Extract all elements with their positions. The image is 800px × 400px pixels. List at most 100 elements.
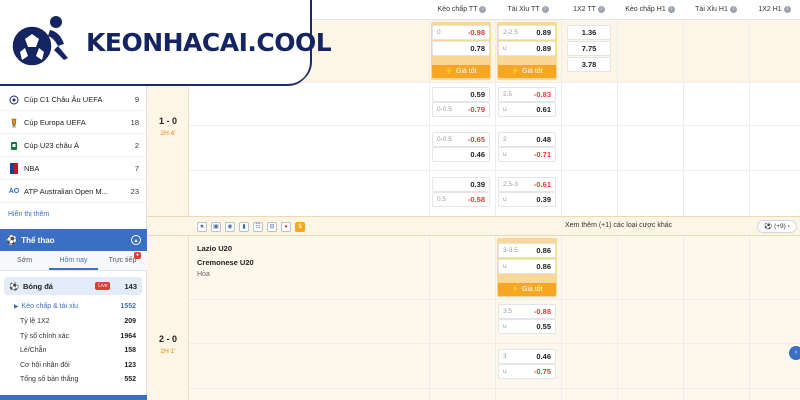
time-tabs: Sớm Hôm nay Trực tiếp ●	[0, 251, 147, 271]
market-count: 158	[124, 346, 136, 354]
sports-section-header[interactable]: ⚽ Thể thao ▴	[0, 229, 147, 251]
football-player-logo-icon	[11, 16, 68, 67]
odds-cell[interactable]: 0-0.5 -0.79	[432, 102, 490, 117]
odds-cell[interactable]: 0-0.5 -0.65	[432, 132, 490, 147]
league-count: 23	[130, 187, 139, 196]
live-indicator-icon: ●	[133, 252, 141, 259]
market-item-total-goals[interactable]: Tổng số bàn thắng 552	[0, 372, 147, 386]
brand-name: KEONHACAI.COOL	[86, 28, 332, 57]
odds-cell[interactable]: u 0.61	[498, 102, 556, 117]
market-item-double-chance[interactable]: Cơ hội nhân đôi 123	[0, 358, 147, 372]
tab-today[interactable]: Hôm nay	[49, 251, 98, 270]
league-count: 7	[134, 164, 139, 173]
market-count: 209	[124, 317, 136, 325]
best-price-button[interactable]: ⚡ Giá tốt	[498, 283, 556, 296]
draw-label: Hòa	[197, 271, 210, 278]
odds-cell[interactable]: 0 -0.98	[432, 25, 490, 40]
league-name: NBA	[24, 164, 40, 173]
odds-cell[interactable]: u -0.75	[498, 364, 556, 379]
odds-cell[interactable]: 0.46	[432, 147, 490, 162]
best-price-button[interactable]: ⚡ Giá tốt	[432, 65, 490, 78]
column-header-handicap-h1: Kèo chấp H1 i	[617, 0, 683, 20]
odds-cell[interactable]: 2 0.48	[498, 132, 556, 147]
league-name: ATP Australian Open M...	[24, 187, 108, 196]
market-name: Kèo chấp & tài xỉu	[21, 302, 79, 310]
tab-live[interactable]: Trực tiếp ●	[98, 251, 147, 270]
stats-icon[interactable]: ▮	[239, 222, 249, 232]
odds-cell[interactable]: 3-3.5 0.86	[498, 243, 556, 258]
odds-cell[interactable]: u -0.71	[498, 147, 556, 162]
odds-cell[interactable]: 2.5-3 -0.61	[498, 177, 556, 192]
league-item-afc-u23[interactable]: Cúp U23 châu Á 2	[0, 135, 147, 157]
market-count: 1552	[120, 302, 136, 310]
lineup-icon[interactable]: ⊟	[267, 222, 277, 232]
more-markets-button[interactable]: ⚽ (+9) ›	[757, 220, 797, 233]
sport-name: Bóng đá	[22, 281, 53, 291]
odds-cell[interactable]: 0.78	[432, 41, 490, 56]
sport-item-football[interactable]: ⚽ Bóng đá Live 143	[4, 277, 142, 295]
odds-cell[interactable]: u 0.86	[498, 259, 556, 274]
chevron-right-icon: ▶	[14, 303, 19, 310]
sports-section-title: Thể thao	[21, 235, 55, 245]
column-header-1x2-ft: 1X2 TT i	[561, 0, 617, 20]
sidebar-next-section[interactable]	[0, 395, 147, 400]
info-icon: i	[729, 5, 737, 13]
odds-cell-1x2[interactable]: 1.36	[567, 25, 611, 40]
home-team-name[interactable]: Lazio U20	[197, 244, 232, 253]
odds-cell[interactable]: 3.5 -0.88	[498, 304, 556, 319]
odds-cell[interactable]: u 0.39	[498, 192, 556, 207]
info-icon: i	[783, 5, 791, 13]
league-count: 2	[134, 141, 139, 150]
market-name: Tổng số bàn thắng	[20, 375, 79, 383]
favorite-star-icon[interactable]: ★	[197, 222, 207, 232]
live-view-icon[interactable]: ◉	[225, 222, 235, 232]
odds-cell[interactable]: u 0.89	[498, 41, 556, 56]
site-logo[interactable]: KEONHACAI.COOL	[0, 0, 332, 84]
odds-cell-1x2[interactable]: 7.75	[567, 41, 611, 56]
odds-cell[interactable]: 0.5 -0.58	[432, 192, 490, 207]
odds-cell[interactable]: 2-2.5 0.89	[498, 25, 556, 40]
league-item-ucl[interactable]: Cúp C1 Châu Âu UEFA 9	[0, 89, 147, 111]
odds-cell[interactable]: 3 0.46	[498, 349, 556, 364]
match2-score-column	[147, 236, 189, 400]
market-count: 1964	[120, 332, 136, 340]
league-item-atp[interactable]: AO ATP Australian Open M... 23	[0, 181, 147, 203]
column-header-1x2-h1: 1X2 H1 i	[749, 0, 800, 20]
market-item-handicap-ou[interactable]: ▶ Kèo chấp & tài xỉu 1552	[0, 299, 147, 313]
league-name: Cúp C1 Châu Âu UEFA	[24, 95, 103, 104]
league-name: Cúp Europa UEFA	[24, 118, 86, 127]
away-team-name[interactable]: Cremonese U20	[197, 258, 254, 267]
best-price-button[interactable]: ⚡ Giá tốt	[498, 65, 556, 78]
match2-period: 2H 1'	[160, 348, 176, 355]
odds-cell[interactable]: 0.59	[432, 87, 490, 102]
timeline-icon[interactable]: ☷	[253, 222, 263, 232]
market-item-correct-score[interactable]: Tỷ số chính xác 1964	[0, 329, 147, 343]
more-bets-link[interactable]: Xem thêm (+1) các loại cược khác	[565, 222, 672, 229]
hot-icon[interactable]: ♦	[281, 222, 291, 232]
info-icon: i	[667, 5, 675, 13]
ucl-icon	[8, 94, 20, 106]
scroll-chevron-icon[interactable]: ›	[789, 346, 800, 360]
show-more-link[interactable]: Hiển thị thêm	[8, 211, 49, 218]
market-name: Lẻ/Chẵn	[20, 346, 47, 354]
match1-score: 1 - 0	[158, 116, 177, 126]
tab-live-label: Trực tiếp	[108, 257, 137, 264]
field-icon[interactable]: ▣	[211, 222, 221, 232]
market-count: 123	[124, 361, 136, 369]
bonus-icon[interactable]: $	[295, 222, 305, 232]
market-item-1x2[interactable]: Tỷ lệ 1X2 209	[0, 314, 147, 328]
collapse-icon[interactable]: ▴	[131, 235, 141, 245]
column-header-handicap-ft: Kèo chấp TT i	[429, 0, 495, 20]
odds-cell[interactable]: 0.39	[432, 177, 490, 192]
league-item-nba[interactable]: NBA 7	[0, 158, 147, 180]
afc-icon	[8, 140, 20, 152]
market-item-odd-even[interactable]: Lẻ/Chẵn 158	[0, 343, 147, 357]
info-icon: i	[541, 5, 549, 13]
odds-cell[interactable]: u 0.55	[498, 319, 556, 334]
odds-cell[interactable]: 2.5 -0.83	[498, 87, 556, 102]
info-icon: i	[479, 5, 487, 13]
sport-count: 143	[124, 281, 137, 291]
odds-cell-1x2[interactable]: 3.78	[567, 57, 611, 72]
tab-early[interactable]: Sớm	[0, 251, 49, 270]
league-item-europa[interactable]: Cúp Europa UEFA 18	[0, 112, 147, 134]
